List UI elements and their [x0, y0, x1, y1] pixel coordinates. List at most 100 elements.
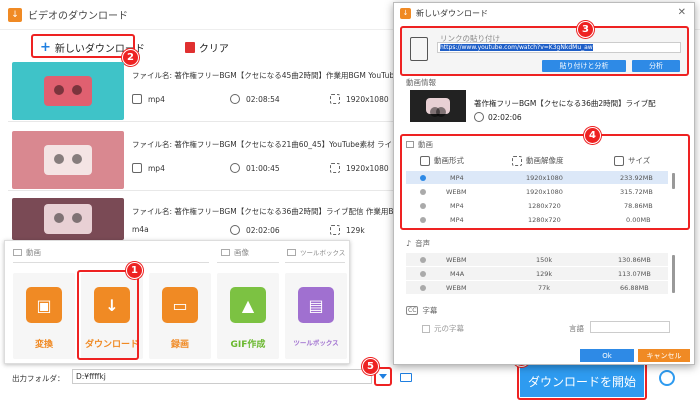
divider: [217, 262, 279, 263]
format-meta: mp4: [132, 94, 165, 104]
row-bitrate: 77k: [538, 284, 551, 292]
cc-icon: CC: [406, 306, 419, 315]
toolbox-tool[interactable]: ▤ ツールボックス: [285, 273, 347, 359]
convert-tool[interactable]: ▣ 変換: [13, 273, 75, 359]
cancel-label: キャンセル: [646, 351, 682, 360]
section-video: 動画: [13, 247, 41, 258]
record-tool[interactable]: ▭ 録画: [149, 273, 211, 359]
checkbox-icon: [422, 324, 430, 333]
section-video-label: 動画: [26, 248, 41, 257]
output-folder-label: 出力フォルダ：: [12, 374, 65, 383]
format-meta: mp4: [132, 163, 165, 173]
clock-icon: [230, 163, 240, 173]
duration-meta: 01:00:45: [230, 163, 280, 173]
file-row-1[interactable]: ファイル名: 著作権フリーBGM【クセになる45曲2時間】作業用BGM YouT…: [8, 60, 414, 122]
video-info-header: 動画情報: [406, 77, 436, 88]
radio-icon: [420, 285, 426, 291]
format-value: mp4: [148, 94, 165, 104]
section-image-label: 画像: [234, 248, 249, 257]
video-duration-value: 02:02:06: [488, 112, 522, 122]
clock-icon: [230, 94, 240, 104]
section-toolbox-label: ツールボックス: [300, 249, 346, 257]
clock-icon: [230, 225, 240, 235]
toolbox-label: ツールボックス: [293, 339, 339, 347]
file-row-2[interactable]: ファイル名: 著作権フリーBGM【クセになる21曲60_45】YouTube素材…: [8, 129, 457, 191]
video-section-icon: [13, 249, 22, 256]
format-meta: m4a: [132, 225, 149, 234]
duration-value: 02:02:06: [246, 225, 280, 235]
format-icon: [132, 94, 142, 104]
resolution-value: 1920x1080: [346, 94, 389, 104]
app-logo-icon: ↓: [8, 7, 22, 22]
cassette-icon: [44, 145, 92, 175]
row-bitrate: 129k: [536, 270, 553, 278]
audio-section-header: ♪ 音声: [406, 238, 430, 249]
resolution-meta: 1920x1080: [330, 94, 389, 104]
audio-row[interactable]: WEBM 77k 66.88MB: [406, 281, 668, 295]
row-bitrate: 150k: [536, 256, 553, 264]
row-format: M4A: [450, 270, 465, 278]
record-label: 録画: [170, 340, 189, 350]
cassette-icon: [44, 204, 92, 234]
divider: [13, 262, 209, 263]
music-note-icon: ♪: [406, 239, 412, 248]
cassette-icon: [44, 76, 92, 106]
language-select[interactable]: [590, 321, 670, 333]
row-size: 130.86MB: [618, 256, 651, 264]
gif-tool[interactable]: ▲ GIF作成: [217, 273, 279, 359]
radio-icon: [420, 271, 426, 277]
duration-value: 02:08:54: [246, 94, 280, 104]
image-section-icon: [221, 249, 230, 256]
duration-meta: 02:02:06: [230, 225, 280, 235]
subtitle-section-header: CC 字幕: [406, 305, 437, 316]
section-image: 画像: [221, 247, 249, 258]
cassette-icon: [426, 98, 450, 117]
row-size: 66.88MB: [620, 284, 649, 292]
video-duration: 02:02:06: [474, 112, 522, 122]
subtitle-section-label: 字幕: [422, 306, 438, 315]
resolution-icon: [330, 163, 340, 173]
file-row-3[interactable]: ファイル名: 著作権フリーBGM【クセになる36曲2時間】ライブ配信 作業用BG…: [8, 196, 448, 240]
highlight-box-4: [400, 134, 690, 230]
video-info-label: 動画情報: [406, 78, 436, 87]
convert-label: 変換: [34, 340, 53, 350]
row-size: 113.07MB: [618, 270, 651, 278]
row-format: WEBM: [446, 284, 467, 292]
step-badge-5: 5: [362, 358, 379, 375]
cancel-button[interactable]: キャンセル: [638, 349, 690, 362]
close-icon[interactable]: ✕: [678, 7, 686, 18]
video-title: 著作権フリーBGM【クセになる36曲2時間】ライブ配: [474, 99, 656, 108]
audio-section-label: 音声: [415, 239, 431, 248]
ok-button[interactable]: Ok: [580, 349, 634, 362]
clear-label: クリア: [198, 43, 229, 55]
folder-icon[interactable]: [400, 373, 412, 382]
toolbox-section-icon: [287, 248, 296, 256]
language-label: 言語: [569, 324, 584, 333]
duration-meta: 02:08:54: [230, 94, 280, 104]
size-value: 129k: [346, 225, 365, 235]
clear-button[interactable]: クリア: [184, 40, 229, 55]
output-path-field[interactable]: D:¥ffffkj: [72, 369, 372, 384]
video-thumbnail: [12, 198, 124, 240]
video-thumbnail: [12, 62, 124, 120]
screen-record-icon: ▭: [162, 287, 198, 323]
step-badge-3: 3: [577, 21, 594, 38]
highlight-box-2: [31, 34, 135, 58]
row-format: WEBM: [446, 256, 467, 264]
audio-row[interactable]: M4A 129k 113.07MB: [406, 267, 668, 281]
format-icon: [132, 163, 142, 173]
audio-row[interactable]: WEBM 150k 130.86MB: [406, 253, 668, 267]
video-thumbnail: [12, 131, 124, 189]
size-icon: [330, 225, 340, 235]
original-subtitle-checkbox[interactable]: 元の字幕: [422, 323, 464, 334]
file-name: ファイル名: 著作権フリーBGM【クセになる45曲2時間】作業用BGM YouT…: [132, 71, 414, 80]
tool-panel: 動画 画像 ツールボックス ▣ 変換 ↓ ダウンロード ▭ 録画 ▲ GIF作成…: [4, 240, 350, 364]
window-title: ビデオのダウンロード: [28, 11, 128, 22]
scrollbar[interactable]: [672, 255, 675, 293]
alarm-clock-icon[interactable]: [659, 370, 675, 386]
gif-label: GIF作成: [230, 340, 266, 350]
format-value: m4a: [132, 225, 149, 234]
size-meta: 129k: [330, 225, 365, 235]
dialog-title-bar: ↓ 新しいダウンロード: [394, 3, 694, 23]
step-badge-4: 4: [584, 127, 601, 144]
